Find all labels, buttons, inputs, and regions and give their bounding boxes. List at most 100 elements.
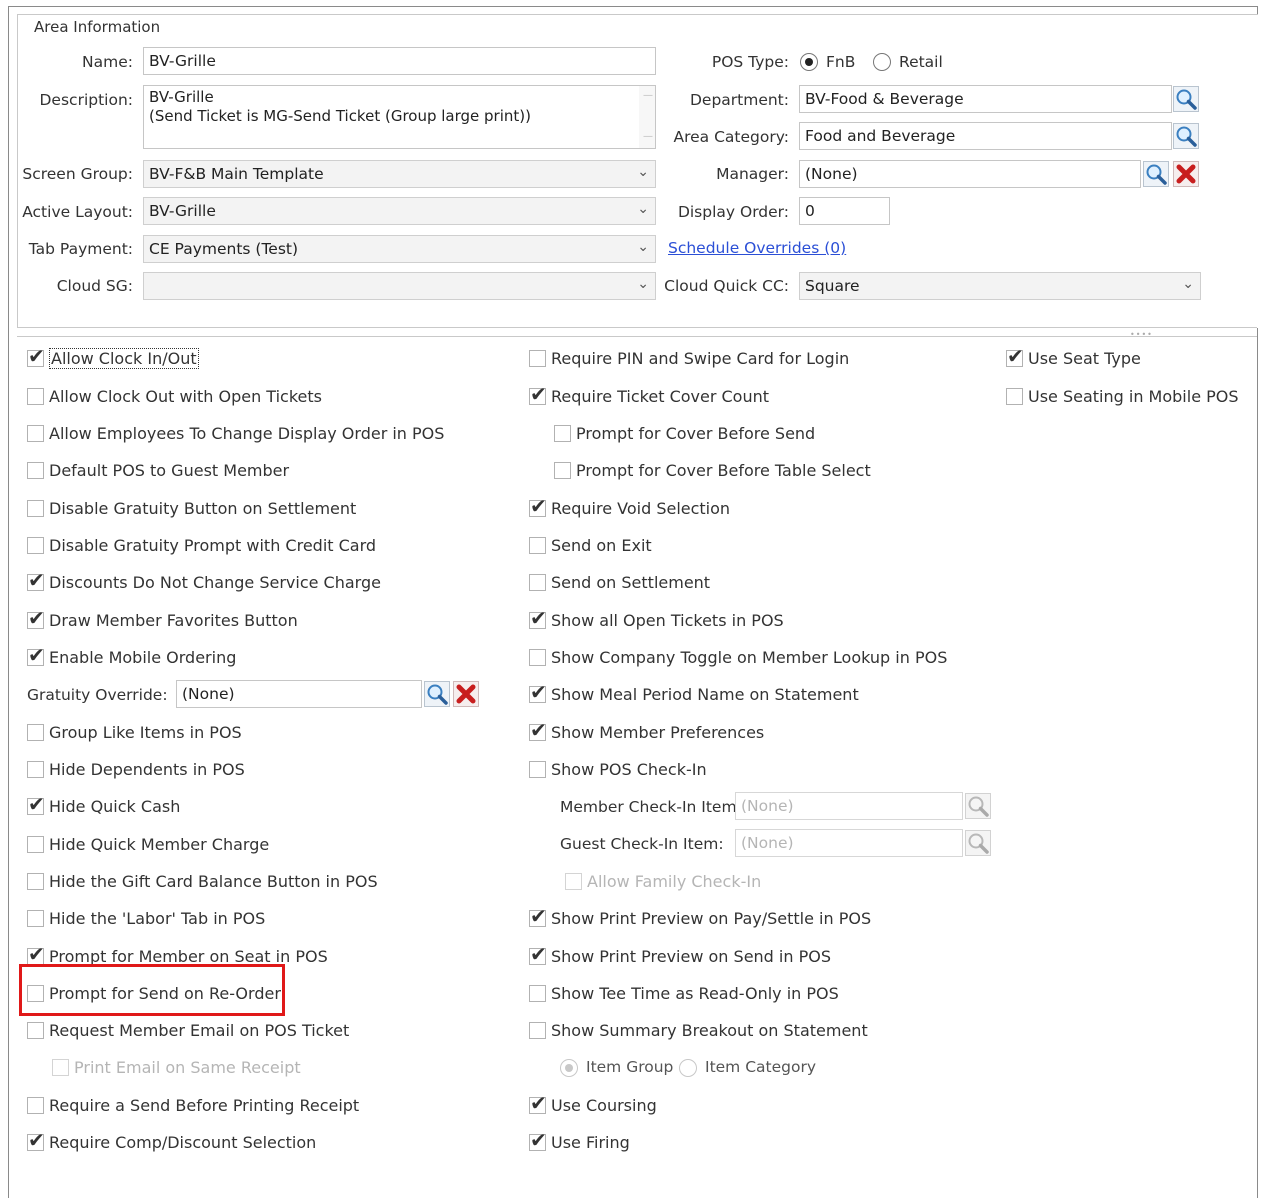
- allow-clock-out-open-tickets-checkbox[interactable]: Allow Clock Out with Open Tickets: [27, 385, 322, 407]
- screen-group-value: BV-F&B Main Template: [149, 165, 324, 183]
- area-category-search-icon[interactable]: [1173, 123, 1199, 149]
- department-label: Department:: [689, 91, 789, 109]
- enable-mobile-ordering-checkbox[interactable]: Enable Mobile Ordering: [27, 643, 236, 668]
- splitter[interactable]: [17, 327, 1257, 337]
- cloud-quick-cc-value: Square: [805, 277, 860, 295]
- disable-gratuity-prompt-checkbox[interactable]: Disable Gratuity Prompt with Credit Card: [27, 534, 376, 556]
- screen-group-select[interactable]: BV-F&B Main Template ⌄: [143, 160, 656, 188]
- hide-gift-card-balance-checkbox[interactable]: Hide the Gift Card Balance Button in POS: [27, 870, 378, 892]
- print-preview-send-checkbox[interactable]: Show Print Preview on Send in POS: [529, 942, 831, 967]
- item-group-radio[interactable]: [560, 1059, 578, 1077]
- require-send-before-printing-checkbox[interactable]: Require a Send Before Printing Receipt: [27, 1094, 359, 1116]
- send-on-exit-checkbox[interactable]: Send on Exit: [529, 534, 652, 556]
- tee-time-read-only-checkbox[interactable]: Show Tee Time as Read-Only in POS: [529, 982, 839, 1004]
- use-coursing-checkbox[interactable]: Use Coursing: [529, 1091, 657, 1116]
- discounts-service-charge-checkbox[interactable]: Discounts Do Not Change Service Charge: [27, 568, 381, 593]
- active-layout-value: BV-Grille: [149, 202, 216, 220]
- manager-field[interactable]: (None): [799, 160, 1141, 188]
- use-seating-mobile-checkbox[interactable]: Use Seating in Mobile POS: [1006, 385, 1239, 407]
- pos-type-retail-label: Retail: [899, 53, 943, 71]
- gratuity-override-label: Gratuity Override:: [27, 686, 168, 704]
- chevron-down-icon: ⌄: [1182, 276, 1194, 292]
- show-company-toggle-checkbox[interactable]: Show Company Toggle on Member Lookup in …: [529, 646, 947, 668]
- group-like-items-checkbox[interactable]: Group Like Items in POS: [27, 721, 242, 743]
- cloud-sg-select[interactable]: ⌄: [143, 272, 656, 300]
- name-field[interactable]: BV-Grille: [143, 47, 656, 75]
- pos-type-fnb-label: FnB: [826, 53, 856, 71]
- manager-search-icon[interactable]: [1143, 161, 1169, 187]
- display-order-field[interactable]: 0: [799, 197, 890, 225]
- pos-type-retail-radio[interactable]: [873, 53, 891, 71]
- member-check-in-search-icon[interactable]: [965, 793, 991, 819]
- chevron-down-icon: ⌄: [637, 201, 649, 217]
- department-field[interactable]: BV-Food & Beverage: [799, 85, 1172, 113]
- guest-check-in-search-icon[interactable]: [965, 830, 991, 856]
- hide-quick-member-charge-checkbox[interactable]: Hide Quick Member Charge: [27, 833, 269, 855]
- guest-check-in-label: Guest Check-In Item:: [560, 835, 724, 853]
- item-category-label: Item Category: [705, 1058, 817, 1076]
- item-group-label: Item Group: [586, 1058, 674, 1076]
- manager-clear-icon[interactable]: [1173, 161, 1199, 187]
- schedule-overrides-link[interactable]: Schedule Overrides (0): [668, 239, 846, 257]
- department-search-icon[interactable]: [1173, 86, 1199, 112]
- send-on-settlement-checkbox[interactable]: Send on Settlement: [529, 571, 710, 593]
- description-field[interactable]: BV-Grille (Send Ticket is MG-Send Ticket…: [143, 85, 656, 149]
- require-void-selection-checkbox[interactable]: Require Void Selection: [529, 494, 730, 519]
- tab-payment-label: Tab Payment:: [28, 240, 133, 258]
- group-title: Area Information: [34, 18, 161, 36]
- active-layout-select[interactable]: BV-Grille ⌄: [143, 197, 656, 225]
- prompt-cover-before-table-checkbox[interactable]: Prompt for Cover Before Table Select: [554, 459, 871, 481]
- hide-labor-tab-checkbox[interactable]: Hide the 'Labor' Tab in POS: [27, 907, 265, 929]
- screen-group-label: Screen Group:: [22, 165, 133, 183]
- use-seat-type-checkbox[interactable]: Use Seat Type: [1006, 344, 1141, 369]
- active-layout-label: Active Layout:: [22, 203, 133, 221]
- chevron-down-icon: ⌄: [637, 239, 649, 255]
- allow-clock-in-out-checkbox[interactable]: Allow Clock In/Out: [27, 344, 199, 369]
- disable-gratuity-button-checkbox[interactable]: Disable Gratuity Button on Settlement: [27, 497, 356, 519]
- allow-change-display-order-checkbox[interactable]: Allow Employees To Change Display Order …: [27, 422, 444, 444]
- print-preview-pay-settle-checkbox[interactable]: Show Print Preview on Pay/Settle in POS: [529, 904, 871, 929]
- tab-payment-select[interactable]: CE Payments (Test) ⌄: [143, 235, 656, 263]
- description-label: Description:: [39, 91, 134, 109]
- manager-label: Manager:: [716, 165, 789, 183]
- use-firing-checkbox[interactable]: Use Firing: [529, 1128, 630, 1153]
- splitter-grip[interactable]: ••••: [1130, 330, 1153, 339]
- show-pos-check-in-checkbox[interactable]: Show POS Check-In: [529, 758, 707, 780]
- name-label: Name:: [82, 53, 133, 71]
- gratuity-search-icon[interactable]: [424, 681, 450, 707]
- description-line-1: BV-Grille: [149, 88, 214, 106]
- member-check-in-label: Member Check-In Item:: [560, 798, 742, 816]
- require-pin-swipe-checkbox[interactable]: Require PIN and Swipe Card for Login: [529, 347, 849, 369]
- guest-check-in-field[interactable]: (None): [735, 829, 963, 857]
- print-email-same-receipt-checkbox[interactable]: Print Email on Same Receipt: [52, 1056, 301, 1078]
- request-member-email-checkbox[interactable]: Request Member Email on POS Ticket: [27, 1019, 349, 1041]
- chevron-down-icon: ⌄: [637, 276, 649, 292]
- show-meal-period-checkbox[interactable]: Show Meal Period Name on Statement: [529, 680, 859, 705]
- draw-member-favorites-checkbox[interactable]: Draw Member Favorites Button: [27, 606, 298, 631]
- hide-dependents-checkbox[interactable]: Hide Dependents in POS: [27, 758, 245, 780]
- require-comp-discount-checkbox[interactable]: Require Comp/Discount Selection: [27, 1128, 316, 1153]
- highlight-box: [19, 964, 285, 1016]
- description-scrollbar[interactable]: [639, 86, 655, 148]
- hide-quick-cash-checkbox[interactable]: Hide Quick Cash: [27, 792, 180, 817]
- tab-payment-value: CE Payments (Test): [149, 240, 299, 258]
- summary-breakout-checkbox[interactable]: Show Summary Breakout on Statement: [529, 1019, 868, 1041]
- allow-family-check-in-checkbox[interactable]: Allow Family Check-In: [565, 870, 761, 892]
- prompt-cover-before-send-checkbox[interactable]: Prompt for Cover Before Send: [554, 422, 815, 444]
- show-all-open-tickets-checkbox[interactable]: Show all Open Tickets in POS: [529, 606, 784, 631]
- gratuity-override-field[interactable]: (None): [176, 680, 422, 708]
- show-member-preferences-checkbox[interactable]: Show Member Preferences: [529, 718, 764, 743]
- description-line-2: (Send Ticket is MG-Send Ticket (Group la…: [149, 107, 531, 125]
- member-check-in-field[interactable]: (None): [735, 792, 963, 820]
- pos-type-fnb-radio[interactable]: [800, 53, 818, 71]
- gratuity-clear-icon[interactable]: [453, 681, 479, 707]
- display-order-label: Display Order:: [677, 203, 789, 221]
- cloud-quick-cc-select[interactable]: Square ⌄: [799, 272, 1201, 300]
- chevron-down-icon: ⌄: [637, 164, 649, 180]
- require-ticket-cover-count-checkbox[interactable]: Require Ticket Cover Count: [529, 382, 769, 407]
- item-category-radio[interactable]: [679, 1059, 697, 1077]
- cloud-sg-label: Cloud SG:: [56, 277, 133, 295]
- area-category-label: Area Category:: [673, 128, 790, 146]
- default-pos-guest-member-checkbox[interactable]: Default POS to Guest Member: [27, 459, 289, 481]
- area-category-field[interactable]: Food and Beverage: [799, 122, 1172, 150]
